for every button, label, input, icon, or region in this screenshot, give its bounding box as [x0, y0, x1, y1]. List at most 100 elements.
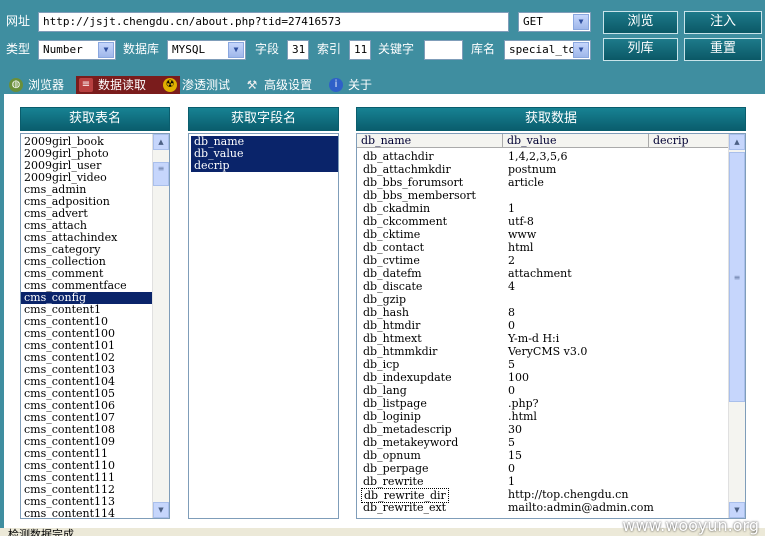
table-row[interactable]: db_rewrite 1	[357, 475, 730, 488]
table-row[interactable]: db_rewrite_ext mailto:admin@admin.com	[357, 501, 730, 514]
database-icon: ≡	[79, 78, 93, 92]
db-select[interactable]: MYSQL ▼	[167, 40, 246, 60]
scroll-thumb[interactable]: ≡	[153, 162, 169, 186]
cell-db-value: 0	[508, 462, 515, 475]
data-grid[interactable]: db_name db_value decrip db_attachdir 1,4,…	[356, 133, 746, 519]
cell-db-name: db_listpage	[363, 397, 427, 410]
cell-db-value: 4	[508, 280, 515, 293]
scroll-up-icon[interactable]: ▲	[729, 134, 745, 150]
cell-db-value: postnum	[508, 163, 557, 176]
cell-db-value: attachment	[508, 267, 572, 280]
cell-db-value: 8	[508, 306, 515, 319]
fields-header: 获取字段名	[188, 107, 339, 131]
table-row[interactable]: db_datefm attachment	[357, 267, 730, 280]
grid-column-header[interactable]: db_name	[357, 134, 503, 148]
table-row[interactable]: db_indexupdate 100	[357, 371, 730, 384]
type-select[interactable]: Number ▼	[38, 40, 116, 60]
inject-button[interactable]: 注入	[684, 11, 762, 34]
fields-list[interactable]: db_name db_value decrip	[188, 133, 339, 519]
table-row[interactable]: db_icp 5	[357, 358, 730, 371]
table-row[interactable]: db_hash 8	[357, 306, 730, 319]
cell-db-name: db_loginip	[363, 410, 421, 423]
table-row[interactable]: db_rewrite_dir http://top.chengdu.cn	[357, 488, 730, 503]
cell-db-name: db_attachdir	[363, 150, 434, 163]
db-label: 数据库	[123, 42, 160, 56]
cell-db-name: db_ckadmin	[363, 202, 431, 215]
grid-column-header[interactable]: db_value	[503, 134, 649, 148]
cell-db-name: db_cvtime	[363, 254, 420, 267]
field-list-item[interactable]: decrip	[191, 160, 338, 172]
method-select[interactable]: GET ▼	[518, 12, 591, 32]
cell-db-value: 1,4,2,3,5,6	[508, 150, 568, 163]
table-row[interactable]: db_listpage .php?	[357, 397, 730, 410]
table-row[interactable]: db_htmext Y-m-d H:i	[357, 332, 730, 345]
list-db-button[interactable]: 列库	[603, 38, 678, 61]
scroll-up-icon[interactable]: ▲	[153, 134, 169, 150]
cell-db-value: VeryCMS v3.0	[508, 345, 588, 358]
url-input[interactable]: http://jsjt.chengdu.cn/about.php?tid=274…	[38, 12, 509, 32]
info-icon: i	[329, 78, 343, 92]
cell-db-value: www	[508, 228, 537, 241]
table-row[interactable]: db_metadescrip 30	[357, 423, 730, 436]
db-value: MYSQL	[172, 43, 206, 56]
cell-db-value: 0	[508, 319, 515, 332]
table-row[interactable]: db_loginip .html	[357, 410, 730, 423]
index-label: 索引	[317, 42, 342, 56]
scroll-thumb[interactable]: ≡	[729, 152, 745, 402]
table-row[interactable]: db_metakeyword 5	[357, 436, 730, 449]
cell-db-name: db_htmext	[363, 332, 422, 345]
dbname-select[interactable]: special_top ▼	[504, 40, 591, 60]
table-row[interactable]: db_bbs_forumsort article	[357, 176, 730, 189]
table-list-item[interactable]: cms_content114	[21, 508, 152, 519]
keyword-input[interactable]	[424, 40, 463, 60]
table-row[interactable]: db_htmmkdir VeryCMS v3.0	[357, 345, 730, 358]
chevron-down-icon: ▼	[573, 42, 589, 58]
cell-db-name: db_metakeyword	[363, 436, 459, 449]
cell-db-name: db_bbs_membersort	[363, 189, 476, 202]
tab-about[interactable]: i 关于	[326, 76, 404, 94]
table-row[interactable]: db_attachdir 1,4,2,3,5,6	[357, 150, 730, 163]
cell-db-value: .html	[508, 410, 537, 423]
table-row[interactable]: db_perpage 0	[357, 462, 730, 475]
table-row[interactable]: db_ckcomment utf-8	[357, 215, 730, 228]
field-label: 字段	[255, 42, 280, 56]
cell-db-name: db_htmdir	[363, 319, 421, 332]
cell-db-name: db_discate	[363, 280, 423, 293]
tables-list[interactable]: 2009girl_book 2009girl_photo 2009girl_user…	[20, 133, 170, 519]
cell-db-name: db_ckcomment	[363, 215, 448, 228]
dbname-label: 库名	[471, 42, 496, 56]
table-row[interactable]: db_lang 0	[357, 384, 730, 397]
cell-db-value: 1	[508, 475, 515, 488]
table-row[interactable]: db_bbs_membersort	[357, 189, 730, 202]
cell-db-value: 15	[508, 449, 522, 462]
cell-db-value: 5	[508, 436, 515, 449]
reset-button[interactable]: 重置	[684, 38, 762, 61]
table-row[interactable]: db_attachmkdir postnum	[357, 163, 730, 176]
cell-db-value: 100	[508, 371, 529, 384]
cell-db-value: 1	[508, 202, 515, 215]
table-row[interactable]: db_cvtime 2	[357, 254, 730, 267]
table-row[interactable]: db_ckadmin 1	[357, 202, 730, 215]
cell-db-name: db_metadescrip	[363, 423, 452, 436]
field-count-input[interactable]: 31	[287, 40, 309, 60]
browse-button[interactable]: 浏览	[603, 11, 678, 34]
index-input[interactable]: 11	[349, 40, 371, 60]
table-row[interactable]: db_opnum 15	[357, 449, 730, 462]
radiation-icon: ☢	[163, 78, 177, 92]
cell-db-name: db_opnum	[363, 449, 421, 462]
table-row[interactable]: db_discate 4	[357, 280, 730, 293]
grid-column-header[interactable]: decrip	[649, 134, 729, 148]
table-row[interactable]: db_gzip	[357, 293, 730, 306]
cell-db-name: db_hash	[363, 306, 409, 319]
cell-db-name: db_bbs_forumsort	[363, 176, 464, 189]
table-row[interactable]: db_cktime www	[357, 228, 730, 241]
cell-db-value: mailto:admin@admin.com	[508, 501, 654, 514]
tables-scrollbar[interactable]: ▲ ≡ ▼	[152, 134, 169, 518]
cell-db-value: Y-m-d H:i	[508, 332, 560, 345]
scroll-down-icon[interactable]: ▼	[153, 502, 169, 518]
data-scrollbar[interactable]: ▲ ≡ ▼	[728, 134, 745, 518]
table-row[interactable]: db_htmdir 0	[357, 319, 730, 332]
table-row[interactable]: db_contact html	[357, 241, 730, 254]
tools-icon: ⚒	[246, 78, 258, 92]
method-value: GET	[523, 15, 543, 28]
